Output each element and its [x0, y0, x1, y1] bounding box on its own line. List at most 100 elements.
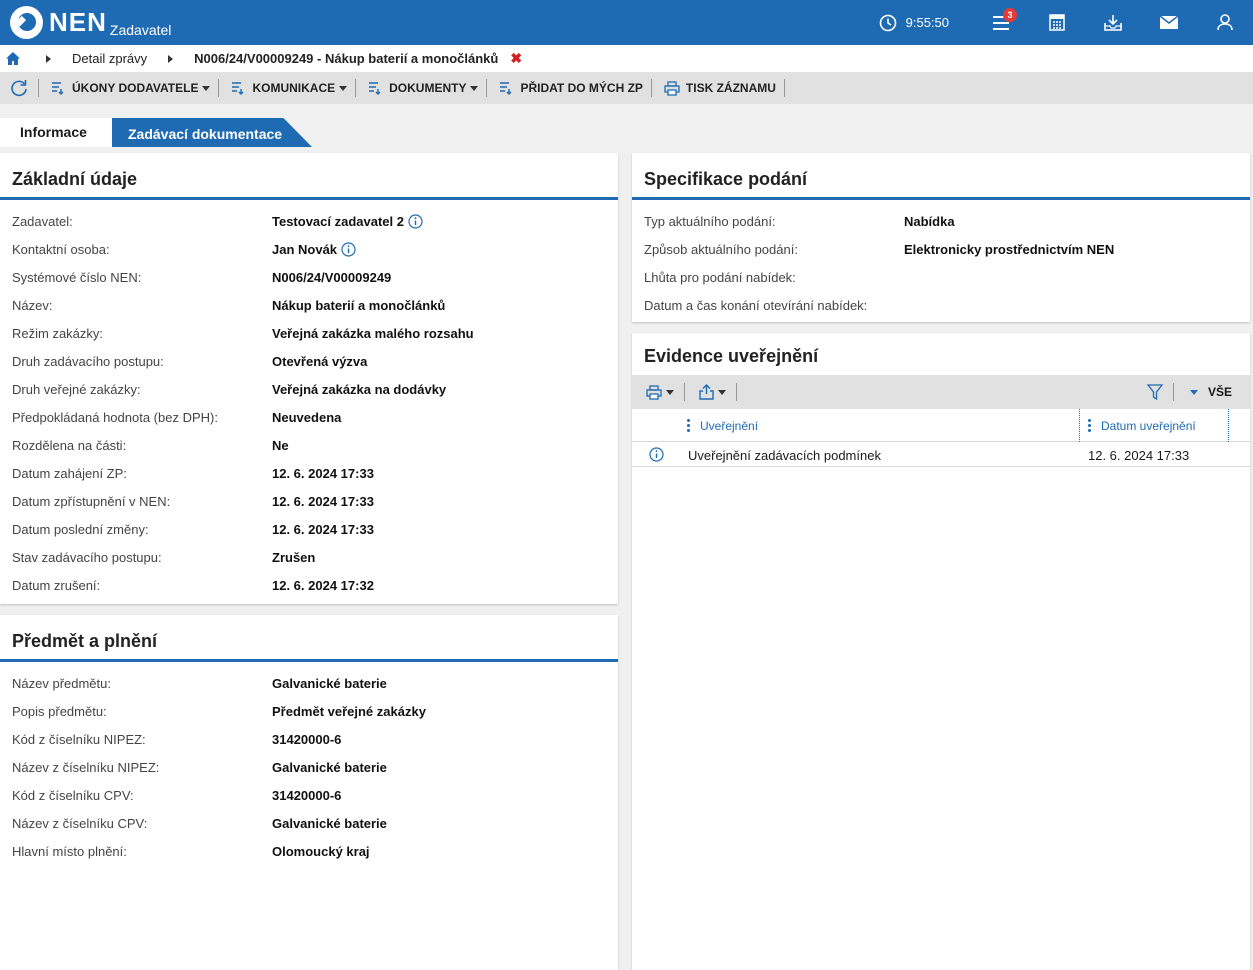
field-value: Galvanické baterie [272, 760, 387, 775]
nen-logo[interactable]: NEN Zadavatel [10, 6, 171, 39]
pridat-do-mych-zp-button[interactable]: PŘIDAT DO MÝCH ZP [487, 72, 650, 104]
table-row[interactable]: Uveřejnění zadávacích podmínek 12. 6. 20… [632, 442, 1250, 467]
field-label: Systémové číslo NEN: [12, 270, 142, 285]
field-value: N006/24/V00009249 [272, 270, 391, 285]
field-label: Režim zakázky: [12, 326, 104, 341]
home-icon [6, 52, 20, 65]
top-bar: NEN Zadavatel 9:55:50 3 [0, 0, 1253, 45]
field-label: Předpokládaná hodnota (bez DPH): [12, 410, 218, 425]
field-value: 31420000-6 [272, 732, 341, 747]
field-value: Elektronicky prostřednictvím NEN [904, 242, 1114, 257]
detail-row: Zadavatel: Testovací zadavatel 2 [0, 208, 618, 236]
detail-row: Druh zadávacího postupu: Otevřená výzva [0, 348, 618, 376]
column-menu-icon[interactable] [687, 417, 690, 434]
field-value-text: Jan Novák [272, 242, 338, 257]
panel-title: Základní údaje [0, 153, 618, 200]
column-header-uverejneni[interactable]: Uveřejnění [687, 409, 758, 442]
field-label: Hlavní místo plnění: [12, 844, 127, 859]
grid-scope-select[interactable]: VŠE [1174, 385, 1250, 399]
field-value: Olomoucký kraj [272, 844, 370, 859]
info-icon[interactable] [341, 242, 356, 257]
detail-row: Režim zakázky: Veřejná zakázka malého roz… [0, 320, 618, 348]
menu-button[interactable]: 3 [973, 0, 1029, 45]
detail-row: Hlavní místo plnění: Olomoucký kraj [0, 838, 618, 866]
predmet-plneni-panel: Předmět a plnění Název předmětu: Galvanic… [0, 615, 618, 970]
field-value: Ne [272, 438, 289, 453]
ukony-dodavatele-menu[interactable]: ÚKONY DODAVATELE [39, 72, 218, 104]
field-value-text: 12. 6. 2024 17:33 [272, 466, 374, 481]
dokumenty-label: DOKUMENTY [389, 81, 467, 95]
download-icon [1104, 15, 1122, 31]
field-value-text: 12. 6. 2024 17:33 [272, 494, 374, 509]
tisk-label: TISK ZÁZNAMU [685, 81, 776, 95]
clock-icon [879, 14, 896, 31]
column-menu-icon[interactable] [1088, 417, 1091, 434]
column-header-datum[interactable]: Datum uveřejnění [1079, 409, 1229, 442]
info-icon[interactable] [649, 447, 664, 465]
info-icon[interactable] [408, 214, 423, 229]
close-icon[interactable]: ✖ [510, 50, 522, 67]
panel-title: Specifikace podání [632, 153, 1250, 200]
breadcrumb: Detail zprávy N006/24/V00009249 - Nákup … [0, 45, 1253, 72]
printer-icon [646, 384, 662, 400]
calculator-button[interactable] [1029, 0, 1085, 45]
detail-row: Způsob aktuálního podání: Elektronicky pr… [632, 236, 1250, 264]
grid-print-button[interactable] [632, 375, 684, 409]
komunikace-menu[interactable]: KOMUNIKACE [219, 72, 355, 104]
mail-button[interactable] [1141, 0, 1197, 45]
detail-row: Název z číselníku CPV: Galvanické baterie [0, 810, 618, 838]
field-value: Předmět veřejné zakázky [272, 704, 426, 719]
tisk-zaznamu-button[interactable]: TISK ZÁZNAMU [652, 72, 784, 104]
field-value-text: Nákup baterií a monočlánků [272, 298, 446, 313]
column-header-label: Uveřejnění [700, 418, 759, 433]
breadcrumb-separator-icon [168, 54, 174, 63]
detail-row: Kód z číselníku NIPEZ: 31420000-6 [0, 726, 618, 754]
field-value-text: Testovací zadavatel 2 [272, 214, 404, 229]
field-value-text: Galvanické baterie [272, 676, 387, 691]
field-label: Název: [12, 298, 53, 313]
field-label: Kontaktní osoba: [12, 242, 110, 257]
download-button[interactable] [1085, 0, 1141, 45]
refresh-button[interactable] [0, 79, 38, 97]
komunikace-label: KOMUNIKACE [252, 81, 336, 95]
grid-export-button[interactable] [685, 375, 736, 409]
field-value-text: Neuvedena [272, 410, 342, 425]
field-value-text: Galvanické baterie [272, 760, 387, 775]
detail-row: Datum a čas konání otevírání nabídek: [632, 292, 1250, 320]
field-label: Lhůta pro podání nabídek: [644, 270, 796, 285]
notification-badge: 3 [1003, 8, 1017, 22]
chevron-down-icon [202, 85, 211, 91]
detail-row: Druh veřejné zakázky: Veřejná zakázka na … [0, 376, 618, 404]
table-cell-name: Uveřejnění zadávacích podmínek [688, 448, 881, 463]
field-label: Název z číselníku NIPEZ: [12, 760, 160, 775]
home-button[interactable] [6, 52, 20, 65]
field-value: Nabídka [904, 214, 955, 229]
filter-icon [1146, 384, 1163, 400]
field-value-text: 12. 6. 2024 17:32 [272, 578, 374, 593]
dokumenty-menu[interactable]: DOKUMENTY [356, 72, 486, 104]
detail-row: Lhůta pro podání nabídek: [632, 264, 1250, 292]
grid-header: Uveřejnění Datum uveřejnění [632, 409, 1250, 442]
field-label: Datum zrušení: [12, 578, 101, 593]
chevron-down-icon [339, 85, 348, 91]
tab-informace[interactable]: Informace [0, 118, 112, 147]
field-label: Druh veřejné zakázky: [12, 382, 141, 397]
refresh-icon [11, 80, 27, 97]
panel-title: Předmět a plnění [0, 615, 618, 662]
field-label: Datum a čas konání otevírání nabídek: [644, 298, 868, 313]
field-label: Zadavatel: [12, 214, 73, 229]
tab-zadavaci-dokumentace[interactable]: Zadávací dokumentace [108, 118, 312, 147]
user-button[interactable] [1197, 0, 1253, 45]
logo-text: NEN [49, 7, 107, 37]
breadcrumb-item[interactable]: Detail zprávy [72, 51, 147, 66]
detail-row: Název: Nákup baterií a monočlánků [0, 292, 618, 320]
breadcrumb-current: N006/24/V00009249 - Nákup baterií a mono… [194, 51, 499, 66]
role-label: Zadavatel [109, 22, 172, 38]
detail-row: Stav zadávacího postupu: Zrušen [0, 544, 618, 572]
field-value-text: 31420000-6 [272, 732, 342, 747]
tab-bar: Zadávací dokumentace Informace [0, 104, 1253, 147]
detail-row: Systémové číslo NEN: N006/24/V00009249 [0, 264, 618, 292]
grid-filter-button[interactable] [1137, 384, 1173, 400]
field-value: 12. 6. 2024 17:33 [272, 494, 374, 509]
field-value: Veřejná zakázka malého rozsahu [272, 326, 474, 341]
